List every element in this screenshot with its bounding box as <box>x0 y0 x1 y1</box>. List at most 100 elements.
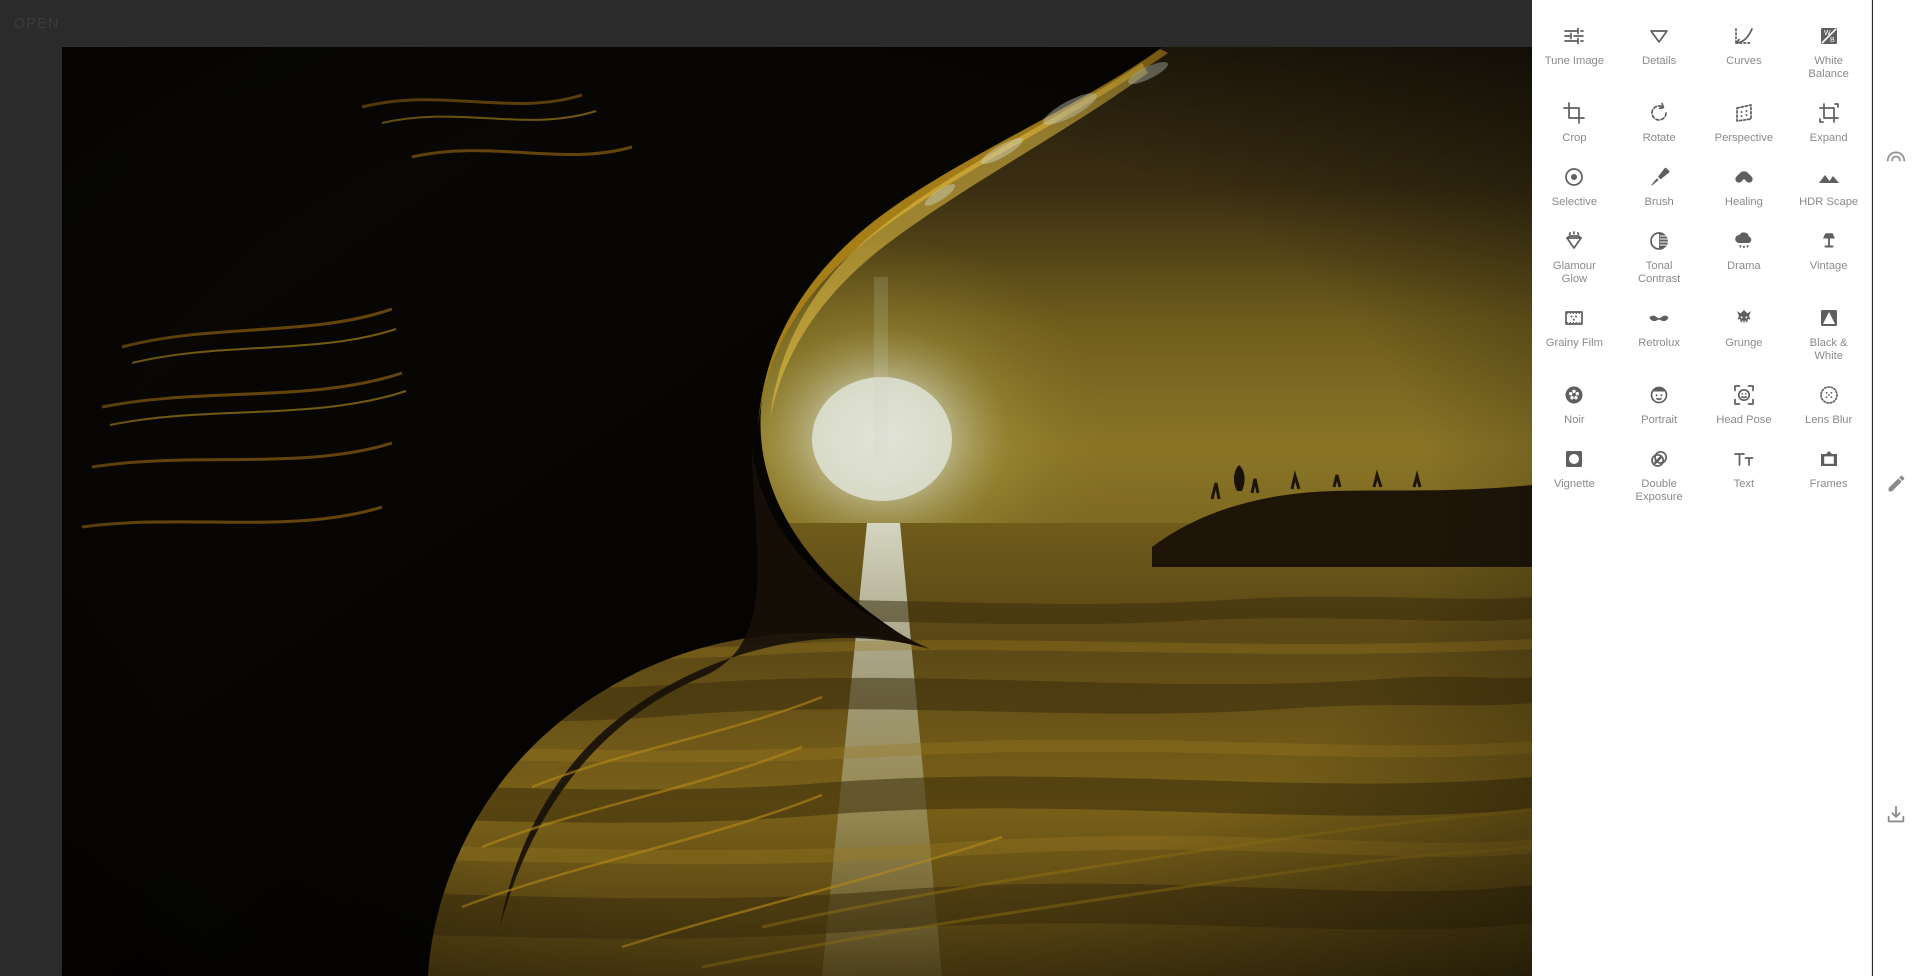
open-button[interactable]: OPEN <box>14 16 60 32</box>
rotate-icon <box>1646 100 1672 126</box>
photo-canvas[interactable] <box>62 47 1532 976</box>
face-icon <box>1646 382 1672 408</box>
rail-looks-button[interactable] <box>1873 135 1919 181</box>
tool-label: Frames <box>1809 478 1848 490</box>
tool-label: Brush <box>1644 196 1674 208</box>
tool-label: Selective <box>1551 196 1598 208</box>
tool-double-exposure[interactable]: Double Exposure <box>1617 437 1702 514</box>
tool-expand[interactable]: Expand <box>1786 91 1871 155</box>
double-exposure-icon <box>1646 446 1672 472</box>
curves-icon <box>1731 23 1757 49</box>
tool-label: Head Pose <box>1716 414 1772 426</box>
tool-label: Black & White <box>1809 337 1848 362</box>
tool-label: Grainy Film <box>1545 337 1603 349</box>
tool-grainy-film[interactable]: Grainy Film <box>1532 296 1617 373</box>
tools-panel: Tune Image Details Curves W B White Balance Cro… <box>1532 0 1872 976</box>
tool-label: HDR Scape <box>1799 196 1859 208</box>
selective-icon <box>1561 164 1587 190</box>
arc-icon <box>1885 145 1907 172</box>
frames-icon <box>1816 446 1842 472</box>
tool-label: Rotate <box>1642 132 1676 144</box>
tool-label: Crop <box>1562 132 1587 144</box>
tool-head-pose[interactable]: Head Pose <box>1702 373 1787 437</box>
white-balance-icon: WB <box>1816 23 1842 49</box>
tool-noir[interactable]: Noir <box>1532 373 1617 437</box>
healing-icon <box>1731 164 1757 190</box>
tool-details[interactable]: Details <box>1617 14 1702 91</box>
tool-tune-image[interactable]: Tune Image <box>1532 14 1617 91</box>
tool-rotate[interactable]: Rotate <box>1617 91 1702 155</box>
film-reel-icon <box>1561 382 1587 408</box>
tool-crop[interactable]: Crop <box>1532 91 1617 155</box>
tool-label: Tune Image <box>1544 55 1605 67</box>
tools-grid: Tune Image Details Curves W B White Balance Cro… <box>1532 0 1871 514</box>
tonal-contrast-icon <box>1646 228 1672 254</box>
lens-blur-icon <box>1816 382 1842 408</box>
cloud-rain-icon <box>1731 228 1757 254</box>
tool-healing[interactable]: Healing <box>1702 155 1787 219</box>
tool-white-balance[interactable]: W B White Balance <box>1786 14 1871 91</box>
tool-label: White Balance <box>1808 55 1849 80</box>
crop-icon <box>1561 100 1587 126</box>
tool-label: Double Exposure <box>1635 478 1683 503</box>
mountains-icon <box>1816 164 1842 190</box>
top-toolbar: OPEN <box>0 0 1532 47</box>
tool-black-white[interactable]: Black & White <box>1786 296 1871 373</box>
triangle-down-icon <box>1646 23 1672 49</box>
lamp-icon <box>1816 228 1842 254</box>
tool-label: Noir <box>1564 414 1585 426</box>
tool-label: Vignette <box>1553 478 1595 490</box>
sliders-icon <box>1561 23 1587 49</box>
tool-label: Vintage <box>1809 260 1848 272</box>
tool-label: Portrait <box>1641 414 1678 426</box>
black-white-icon <box>1816 305 1842 331</box>
download-icon <box>1885 804 1907 831</box>
tool-label: Tonal Contrast <box>1637 260 1681 285</box>
tool-curves[interactable]: Curves <box>1702 14 1787 91</box>
svg-text:W: W <box>1824 30 1831 37</box>
vignette-icon <box>1561 446 1587 472</box>
tool-label: Curves <box>1726 55 1762 67</box>
glamour-glow-icon <box>1561 228 1587 254</box>
tool-selective[interactable]: Selective <box>1532 155 1617 219</box>
tool-label: Glamour Glow <box>1552 260 1596 285</box>
tool-retrolux[interactable]: Retrolux <box>1617 296 1702 373</box>
perspective-icon <box>1731 100 1757 126</box>
tool-label: Drama <box>1727 260 1761 272</box>
tool-lens-blur[interactable]: Lens Blur <box>1786 373 1871 437</box>
tool-label: Healing <box>1724 196 1763 208</box>
svg-text:B: B <box>1830 37 1835 44</box>
tool-label: Details <box>1642 55 1677 67</box>
tool-grunge[interactable]: Grunge <box>1702 296 1787 373</box>
tool-glamour-glow[interactable]: Glamour Glow <box>1532 219 1617 296</box>
grunge-icon <box>1731 305 1757 331</box>
tool-label: Grunge <box>1725 337 1763 349</box>
tool-label: Text <box>1733 478 1755 490</box>
tool-hdr-scape[interactable]: HDR Scape <box>1786 155 1871 219</box>
tool-label: Expand <box>1809 132 1848 144</box>
tool-vintage[interactable]: Vintage <box>1786 219 1871 296</box>
tool-vignette[interactable]: Vignette <box>1532 437 1617 514</box>
rail-export-button[interactable] <box>1873 794 1919 840</box>
pencil-icon <box>1886 473 1907 499</box>
tool-text[interactable]: Text <box>1702 437 1787 514</box>
tool-brush[interactable]: Brush <box>1617 155 1702 219</box>
tool-frames[interactable]: Frames <box>1786 437 1871 514</box>
tool-label: Perspective <box>1714 132 1774 144</box>
tool-label: Retrolux <box>1638 337 1680 349</box>
rail-tools-button[interactable] <box>1873 463 1919 509</box>
right-rail <box>1873 0 1919 976</box>
tool-label: Lens Blur <box>1804 414 1853 426</box>
expand-icon <box>1816 100 1842 126</box>
tool-tonal-contrast[interactable]: Tonal Contrast <box>1617 219 1702 296</box>
editor-area: OPEN <box>0 0 1532 976</box>
brush-icon <box>1646 164 1672 190</box>
tool-drama[interactable]: Drama <box>1702 219 1787 296</box>
snapseed-window: OPEN Tune Image Details Curves W B White… <box>0 0 1919 976</box>
photo-image <box>62 47 1532 976</box>
tool-portrait[interactable]: Portrait <box>1617 373 1702 437</box>
head-pose-icon <box>1731 382 1757 408</box>
moustache-icon <box>1646 305 1672 331</box>
tool-perspective[interactable]: Perspective <box>1702 91 1787 155</box>
text-icon <box>1731 446 1757 472</box>
